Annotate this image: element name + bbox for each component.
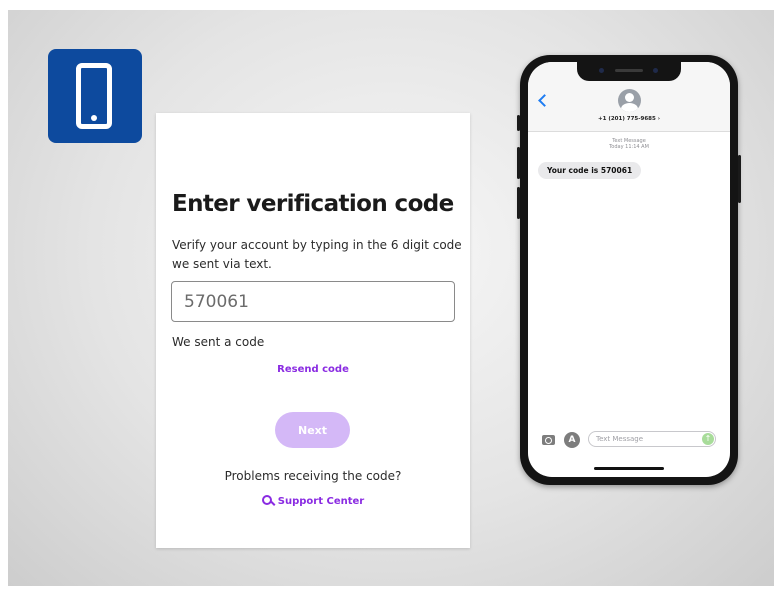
message-input[interactable]: Text Message ↑ [588,431,716,447]
resend-code-link[interactable]: Resend code [156,364,470,375]
home-indicator [594,467,664,470]
verification-card: Enter verification code Verify your acco… [156,113,470,548]
contact-avatar[interactable] [618,89,641,112]
slide-background: Enter verification code Verify your acco… [8,10,774,586]
message-timestamp: Text Message Today 11:14 AM [528,138,730,150]
page-title: Enter verification code [172,191,454,217]
support-center-link[interactable]: Support Center [156,495,470,507]
search-icon [261,495,272,505]
camera-icon[interactable] [542,435,555,445]
phone-screen: +1 (201) 775-9685 › Text Message Today 1… [528,62,730,477]
send-arrow-icon[interactable]: ↑ [702,433,714,445]
volume-down-button [517,187,520,219]
contact-number[interactable]: +1 (201) 775-9685 › [528,116,730,122]
mobile-badge [48,49,142,143]
power-button [738,155,741,203]
mobile-phone-icon [76,63,112,129]
problems-text: Problems receiving the code? [224,469,402,483]
phone-notch [577,62,681,81]
sensor-icon [653,68,658,73]
mute-switch [517,115,520,131]
support-center-label: Support Center [277,496,365,507]
verification-description: Verify your account by typing in the 6 d… [172,238,462,271]
verification-code-input[interactable] [171,281,455,322]
speaker-grille [615,69,643,72]
front-camera-icon [599,68,604,73]
code-sent-text: We sent a code [172,335,265,349]
volume-up-button [517,147,520,179]
iphone-mockup: +1 (201) 775-9685 › Text Message Today 1… [517,55,741,485]
received-message-bubble: Your code is 570061 [538,162,642,179]
appstore-icon[interactable]: A [564,432,580,448]
back-chevron-icon[interactable] [538,94,551,107]
message-time: Today 11:14 AM [609,144,649,150]
compose-bar: A Text Message ↑ [528,430,730,452]
next-button[interactable]: Next [275,412,350,448]
message-input-placeholder: Text Message [596,435,644,443]
